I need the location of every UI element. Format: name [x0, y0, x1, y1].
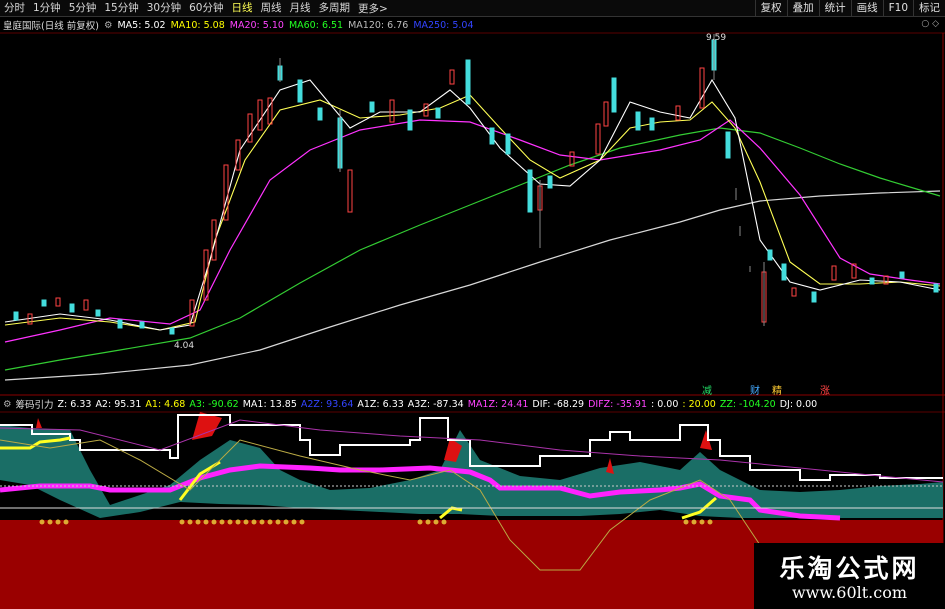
period-toolbar: 分时 1分钟 5分钟 15分钟 30分钟 60分钟 日线 周线 月线 多周期 更…: [0, 0, 945, 17]
adjust-button[interactable]: 复权: [754, 0, 787, 17]
tab-intraday[interactable]: 分时: [0, 0, 29, 17]
signal-reduce: 减: [702, 385, 712, 397]
tab-daily[interactable]: 日线: [228, 0, 257, 17]
tab-15min[interactable]: 15分钟: [100, 0, 142, 17]
a2z-value: A2Z: 93.64: [300, 398, 354, 410]
z-value: Z: 6.33: [57, 398, 92, 410]
tab-monthly[interactable]: 月线: [286, 0, 315, 17]
a2-value: A2: 95.31: [95, 398, 142, 410]
indicator-title: 筹码引力: [15, 400, 54, 411]
ma60-value: MA60: 6.51: [288, 19, 344, 31]
ma60-line: [4, 119, 941, 343]
tab-30min[interactable]: 30分钟: [143, 0, 185, 17]
zz-value: ZZ: -104.20: [719, 398, 776, 410]
signal-premium: 精: [772, 384, 782, 397]
dif-value: DIF: -68.29: [532, 398, 585, 410]
white-step-line: [0, 414, 943, 481]
ma5-line: [4, 78, 941, 331]
stats-button[interactable]: 统计: [818, 0, 851, 17]
a1z-value: A1Z: 6.33: [357, 398, 404, 410]
ma250-value: MA250: 5.04: [413, 19, 474, 31]
tab-60min[interactable]: 60分钟: [185, 0, 227, 17]
gear-icon[interactable]: ⚙: [3, 399, 12, 410]
red-flag-2: [444, 438, 462, 462]
red-flag-3: [700, 430, 712, 450]
red-flag-1: [192, 412, 222, 440]
tab-1min[interactable]: 1分钟: [29, 0, 65, 17]
gear-icon[interactable]: ⚙: [104, 20, 113, 31]
candlestick-group: [13, 39, 939, 335]
a1-value: A1: 4.68: [145, 398, 186, 410]
thin-magenta-line: [0, 419, 944, 483]
thin-yellow-line: [0, 439, 761, 571]
magenta-line: [0, 463, 841, 521]
teal-area: [0, 425, 943, 518]
watermark: 乐淘公式网 www.60lt.com: [754, 543, 945, 609]
high-price-label: 9.59: [706, 33, 726, 43]
stock-title: 皇庭国际(日线 前复权): [3, 21, 99, 32]
yellow-line: [0, 436, 717, 520]
ma20-value: MA20: 5.10: [229, 19, 284, 31]
buy-marker-group: [39, 519, 713, 525]
overlay-button[interactable]: 叠加: [786, 0, 819, 17]
ma1z-value: MA1Z: 24.41: [467, 398, 529, 410]
watermark-url: www.60lt.com: [791, 583, 908, 602]
ma10-value: MA10: 5.08: [170, 19, 225, 31]
tab-multi-period[interactable]: 多周期: [315, 0, 355, 17]
ma1-value: MA1: 13.85: [242, 398, 297, 410]
draw-button[interactable]: 画线: [850, 0, 883, 17]
ma10-line: [4, 94, 941, 331]
panel-controls[interactable]: ○ ◇: [921, 19, 939, 29]
f10-button[interactable]: F10: [882, 0, 913, 17]
low-price-label: 4.04: [174, 341, 194, 351]
signal-rise: 涨: [820, 385, 830, 397]
zero-value: : 0.00: [651, 398, 679, 410]
dj-value: DJ: 0.00: [779, 398, 818, 410]
red-flag-4: [606, 458, 614, 474]
ma120-value: MA120: 6.76: [348, 19, 409, 31]
wick-group: [279, 34, 765, 326]
mark-button[interactable]: 标记: [913, 0, 945, 17]
watermark-title: 乐淘公式网: [779, 554, 920, 583]
ma5-value: MA5: 5.02: [117, 19, 166, 31]
tab-weekly[interactable]: 周线: [257, 0, 286, 17]
right-toolbar: 复权 叠加 统计 画线 F10 标记: [754, 0, 945, 17]
a3z-value: A3Z: -87.34: [407, 398, 464, 410]
tab-5min[interactable]: 5分钟: [65, 0, 101, 17]
ma120-line: [4, 127, 941, 371]
main-legend: 皇庭国际(日线 前复权) ⚙ MA5: 5.02 MA10: 5.08 MA20…: [3, 18, 479, 33]
ma250-line: [4, 190, 941, 381]
signal-finance: 财: [750, 384, 760, 397]
indicator-legend: ⚙ 筹码引力 Z: 6.33 A2: 95.31 A1: 4.68 A3: -9…: [3, 397, 821, 412]
red-flag-5: [36, 418, 42, 428]
difz-value: DIFZ: -35.91: [588, 398, 648, 410]
twenty-value: : 20.00: [682, 398, 716, 410]
more-menu[interactable]: 更多>: [354, 1, 392, 16]
a3-value: A3: -90.62: [189, 398, 239, 410]
chart-canvas: 9.59 4.04 减 财 精 涨: [0, 32, 945, 609]
candlestick-up-group: [27, 67, 889, 327]
